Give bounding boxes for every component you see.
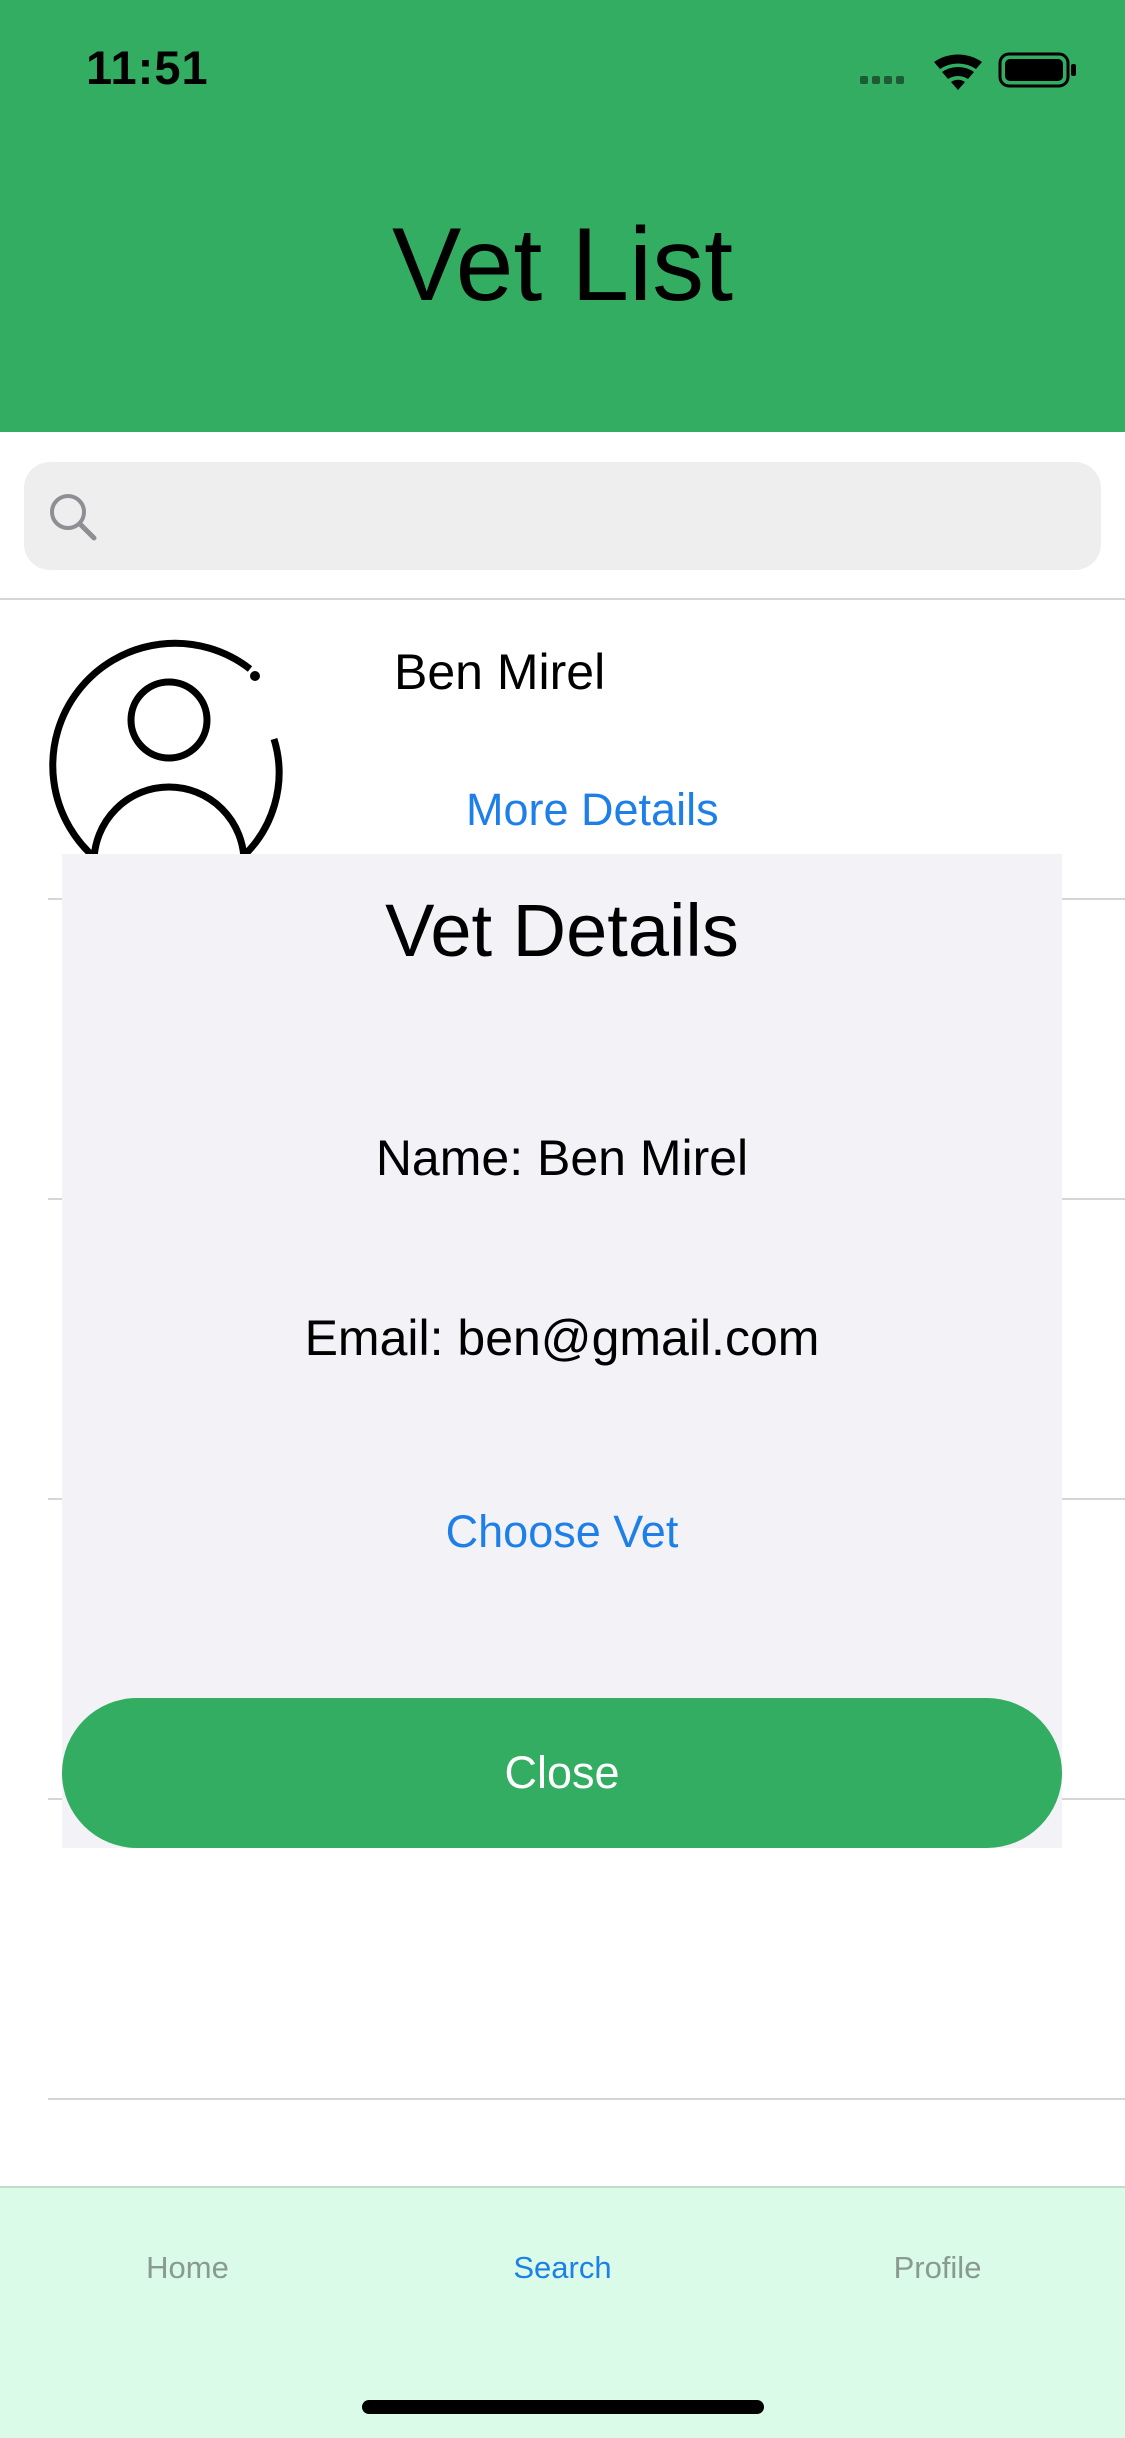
modal-title: Vet Details	[385, 889, 739, 972]
cellular-signal-icon	[860, 76, 904, 84]
tab-profile[interactable]: Profile	[750, 2248, 1125, 2288]
user-avatar-icon	[49, 639, 283, 856]
search-icon	[50, 494, 97, 541]
vet-email-detail: Email: ben@gmail.com	[304, 1310, 820, 1366]
vet-details-modal: Vet Details Name: Ben Mirel Email: ben@g…	[62, 854, 1062, 1848]
search-input[interactable]	[120, 462, 1084, 572]
search-bar[interactable]	[24, 462, 1101, 572]
vet-name-detail: Name: Ben Mirel	[375, 1130, 749, 1186]
page-title: Vet List	[391, 207, 734, 323]
status-icons	[860, 52, 1076, 90]
more-details-button[interactable]: More Details	[466, 780, 719, 840]
tab-bar: Home Search Profile	[0, 2186, 1125, 2438]
wifi-icon	[934, 54, 982, 90]
vet-name: Ben Mirel	[394, 644, 606, 700]
tab-home[interactable]: Home	[0, 2248, 375, 2288]
nav-header: 11:51 Vet List	[0, 0, 1125, 432]
status-time: 11:51	[86, 41, 209, 94]
home-indicator	[362, 2400, 764, 2414]
choose-vet-button[interactable]: Choose Vet	[62, 1504, 1062, 1560]
divider	[48, 2098, 1125, 2100]
battery-icon	[998, 52, 1076, 88]
tab-search[interactable]: Search	[375, 2248, 750, 2288]
close-button[interactable]: Close	[62, 1698, 1062, 1848]
